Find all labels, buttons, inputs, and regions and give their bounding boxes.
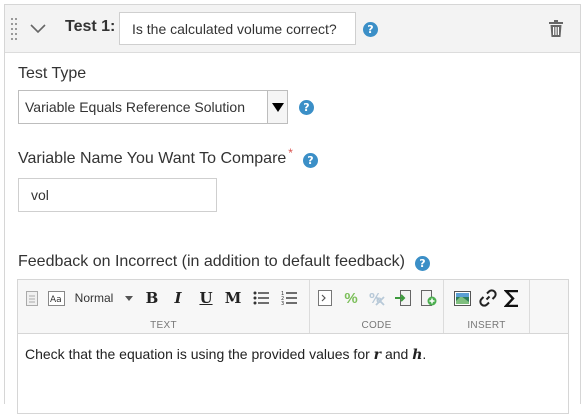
svg-text:Aa: Aa bbox=[50, 295, 62, 305]
variable-name-label-text: Variable Name You Want To Compare bbox=[18, 150, 287, 167]
dropdown-arrow-icon[interactable] bbox=[267, 91, 287, 123]
text-style-icon[interactable]: Aa bbox=[46, 288, 66, 308]
remove-variable-icon[interactable]: % bbox=[368, 288, 386, 308]
toolbar-group-insert: INSERT bbox=[444, 280, 530, 333]
test-type-label: Test Type bbox=[18, 65, 87, 82]
math-variable-r: r bbox=[373, 347, 382, 363]
feedback-text-middle: and bbox=[381, 346, 413, 362]
svg-text:%: % bbox=[369, 292, 382, 306]
required-mark: * bbox=[288, 146, 293, 160]
bold-button[interactable]: B bbox=[144, 288, 160, 308]
test-title-input[interactable] bbox=[119, 12, 356, 45]
variable-name-input[interactable] bbox=[18, 178, 217, 212]
feedback-content[interactable]: Check that the equation is using the pro… bbox=[25, 346, 426, 363]
percent-icon[interactable]: % bbox=[342, 288, 360, 308]
drag-handle-icon[interactable] bbox=[11, 18, 19, 40]
chevron-down-icon[interactable] bbox=[28, 19, 48, 39]
trash-icon[interactable] bbox=[549, 20, 563, 37]
toolbar-caption-text: TEXT bbox=[150, 320, 177, 331]
test-label: Test 1: bbox=[65, 18, 116, 35]
bullet-list-icon[interactable] bbox=[252, 288, 270, 308]
test-type-select[interactable]: Variable Equals Reference Solution bbox=[18, 90, 288, 124]
caret-down-icon[interactable] bbox=[124, 288, 134, 308]
help-circle-icon[interactable]: ? bbox=[363, 22, 378, 37]
feedback-editor[interactable]: Check that the equation is using the pro… bbox=[17, 334, 569, 414]
help-circle-icon[interactable]: ? bbox=[415, 256, 430, 271]
italic-button[interactable]: I bbox=[170, 288, 186, 308]
underline-button[interactable]: U bbox=[198, 288, 214, 308]
image-icon[interactable] bbox=[452, 288, 472, 308]
style-dropdown[interactable]: Normal bbox=[71, 288, 117, 308]
document-icon[interactable] bbox=[24, 288, 40, 308]
test-panel: Test 1: ? Test Type Variable Equals Refe… bbox=[4, 4, 581, 414]
svg-text:3: 3 bbox=[281, 301, 284, 305]
link-icon[interactable] bbox=[478, 288, 498, 308]
help-circle-icon[interactable]: ? bbox=[303, 153, 318, 168]
editor-toolbar: Aa Normal B I U M 123 TEXT % % CODE INSE… bbox=[17, 279, 569, 334]
insert-variable-icon[interactable] bbox=[394, 288, 412, 308]
sigma-icon[interactable] bbox=[502, 288, 522, 308]
feedback-label: Feedback on Incorrect (in addition to de… bbox=[18, 253, 405, 270]
variable-name-label: Variable Name You Want To Compare * bbox=[18, 146, 293, 168]
toolbar-caption-code: CODE bbox=[361, 320, 392, 331]
code-block-icon[interactable] bbox=[316, 288, 334, 308]
feedback-text-before: Check that the equation is using the pro… bbox=[25, 346, 374, 362]
help-circle-icon[interactable]: ? bbox=[299, 100, 314, 115]
numbered-list-icon[interactable]: 123 bbox=[280, 288, 298, 308]
feedback-text-after: . bbox=[422, 346, 427, 362]
toolbar-caption-insert: INSERT bbox=[467, 320, 506, 331]
test-type-selected: Variable Equals Reference Solution bbox=[25, 99, 245, 115]
test-header: Test 1: ? bbox=[5, 5, 580, 53]
math-variable-h: h bbox=[412, 347, 423, 363]
insert-expression-icon[interactable] bbox=[420, 288, 438, 308]
toolbar-group-text: Aa Normal B I U M 123 TEXT bbox=[18, 280, 310, 333]
toolbar-group-code: % % CODE bbox=[310, 280, 444, 333]
monospace-button[interactable]: M bbox=[224, 288, 242, 308]
